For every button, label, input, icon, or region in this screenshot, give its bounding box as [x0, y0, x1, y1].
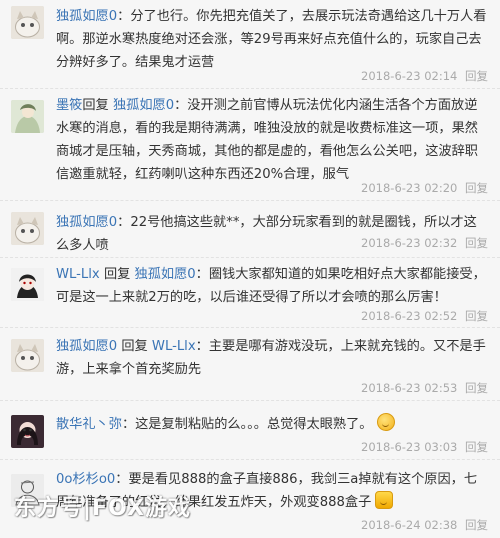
reply-label: 回复: [82, 98, 109, 113]
comment-username[interactable]: 独孤如愿0: [56, 9, 117, 24]
comment-time: 2018-6-23 02:32: [361, 236, 458, 250]
comment-meta: 2018-6-23 02:53 回复: [361, 380, 488, 396]
comment-text: 独孤如愿0 回复 WL-Llx：主要是哪有游戏没玩，上来就充钱的。又不是手游，上…: [56, 335, 488, 381]
comment-item: 独孤如愿0：分了也行。你先把充值关了，去展示玩法奇遇给这几十万人看啊。那逆水寒热…: [0, 0, 500, 89]
comment-time: 2018-6-23 02:52: [361, 309, 458, 323]
comment-item: 独孤如愿0：22号他搞这些就**，大部分玩家看到的就是圈钱，所以才这么多人喷 2…: [0, 201, 500, 258]
comment-time: 2018-6-23 02:14: [361, 69, 458, 83]
comment-time: 2018-6-24 02:38: [361, 518, 458, 532]
comment-text: 散华礼丶弥：这是复制粘贴的么。。。总觉得太眼熟了。: [56, 413, 488, 436]
comment-username[interactable]: 独孤如愿0: [56, 215, 117, 230]
comment-username[interactable]: 0o杉杉o0: [56, 472, 115, 487]
comment-meta: 2018-6-24 02:38 回复: [361, 517, 488, 533]
reply-button[interactable]: 回复: [465, 518, 488, 532]
reply-button[interactable]: 回复: [465, 309, 488, 323]
smile-emoji-icon: [376, 413, 395, 431]
anime-avatar-icon[interactable]: [11, 268, 44, 301]
comment-username[interactable]: 墨筱: [56, 98, 82, 113]
comment-text: WL-Llx 回复 独孤如愿0：圈钱大家都知道的如果吃相好点大家都能接受，可是这…: [56, 263, 488, 309]
comment-item: WL-Llx 回复 独孤如愿0：圈钱大家都知道的如果吃相好点大家都能接受，可是这…: [0, 258, 500, 328]
money-emoji-icon: [375, 491, 394, 509]
comment-body: ：分了也行。你先把充值关了，去展示玩法奇遇给这几十万人看啊。那逆水寒热度绝对还会…: [56, 9, 487, 70]
comment-time: 2018-6-23 03:03: [361, 440, 458, 454]
reply-target-username[interactable]: 独孤如愿0: [113, 98, 174, 113]
comment-username[interactable]: WL-Llx: [56, 267, 100, 282]
reply-button[interactable]: 回复: [465, 236, 488, 250]
comment-meta: 2018-6-23 02:20 回复: [361, 180, 488, 196]
comment-item: 散华礼丶弥：这是复制粘贴的么。。。总觉得太眼熟了。 2018-6-23 03:0…: [0, 401, 500, 460]
comment-time: 2018-6-23 02:20: [361, 181, 458, 195]
comment-time: 2018-6-23 02:53: [361, 381, 458, 395]
portrait-avatar-icon[interactable]: [11, 415, 44, 448]
watermark-text: 东方号|FOX游戏: [14, 496, 191, 521]
cat-avatar-icon[interactable]: [11, 212, 44, 245]
comment-body: ：这是复制粘贴的么。。。总觉得太眼熟了。: [121, 417, 373, 432]
comment-username[interactable]: 独孤如愿0: [56, 339, 117, 354]
comment-username[interactable]: 散华礼丶弥: [56, 417, 122, 432]
comment-text: 独孤如愿0：分了也行。你先把充值关了，去展示玩法奇遇给这几十万人看啊。那逆水寒热…: [56, 5, 488, 74]
comment-meta: 2018-6-23 02:32 回复: [361, 235, 488, 251]
reply-button[interactable]: 回复: [465, 440, 488, 454]
comment-item: 独孤如愿0 回复 WL-Llx：主要是哪有游戏没玩，上来就充钱的。又不是手游，上…: [0, 328, 500, 401]
reply-button[interactable]: 回复: [465, 381, 488, 395]
comment-meta: 2018-6-23 02:14 回复: [361, 68, 488, 84]
illustrated-avatar-icon[interactable]: [11, 100, 44, 133]
comment-text: 墨筱回复 独孤如愿0：没开测之前官博从玩法优化内涵生活各个方面放逆水寒的消息，看…: [56, 94, 488, 186]
reply-button[interactable]: 回复: [465, 69, 488, 83]
comment-meta: 2018-6-23 03:03 回复: [361, 439, 488, 455]
reply-target-username[interactable]: WL-Llx: [152, 339, 196, 354]
comment-meta: 2018-6-23 02:52 回复: [361, 308, 488, 324]
reply-target-username[interactable]: 独孤如愿0: [135, 267, 196, 282]
reply-label: 回复: [103, 267, 131, 282]
cat-avatar-icon[interactable]: [11, 6, 44, 39]
reply-label: 回复: [121, 339, 148, 354]
cat-avatar-icon[interactable]: [11, 339, 44, 372]
reply-button[interactable]: 回复: [465, 181, 488, 195]
comment-item: 墨筱回复 独孤如愿0：没开测之前官博从玩法优化内涵生活各个方面放逆水寒的消息，看…: [0, 89, 500, 201]
